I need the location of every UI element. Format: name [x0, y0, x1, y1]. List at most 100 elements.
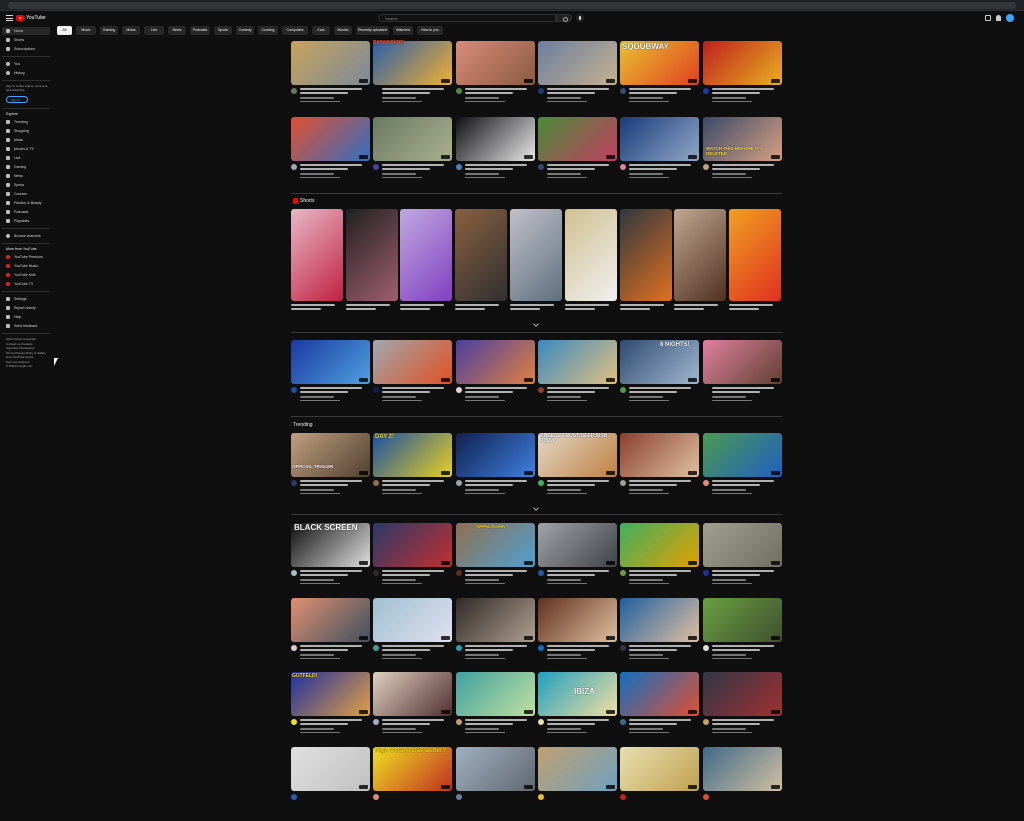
video-card[interactable]	[538, 117, 617, 191]
video-title-line[interactable]	[465, 719, 527, 721]
channel-avatar[interactable]	[620, 794, 626, 800]
video-thumbnail[interactable]	[703, 433, 782, 477]
chip-10[interactable]: Computers	[282, 26, 308, 35]
channel-avatar[interactable]	[620, 88, 626, 94]
video-card[interactable]	[703, 747, 782, 821]
video-thumbnail[interactable]	[373, 523, 452, 567]
video-card[interactable]	[620, 117, 699, 191]
video-title-line[interactable]	[300, 480, 362, 482]
sidebar-item-home[interactable]: Home	[2, 27, 50, 35]
video-thumbnail[interactable]	[538, 41, 617, 85]
video-title-line[interactable]	[465, 391, 513, 393]
video-title-line[interactable]	[547, 88, 609, 90]
video-title-line[interactable]	[547, 164, 609, 166]
video-title-line[interactable]	[712, 168, 760, 170]
short-card[interactable]	[620, 209, 672, 301]
chip-13[interactable]: Recently uploaded	[356, 26, 389, 35]
video-thumbnail[interactable]	[703, 41, 782, 85]
channel-avatar[interactable]	[291, 88, 297, 94]
video-card[interactable]	[456, 340, 535, 414]
video-title-line[interactable]	[382, 645, 444, 647]
address-bar[interactable]	[8, 2, 1016, 9]
video-card[interactable]	[373, 672, 452, 746]
video-thumbnail[interactable]	[620, 117, 699, 161]
short-title-line[interactable]	[455, 304, 499, 306]
video-card[interactable]	[703, 523, 782, 597]
channel-avatar[interactable]	[538, 645, 544, 651]
video-card[interactable]	[538, 41, 617, 115]
chip-12[interactable]: Movies	[334, 26, 352, 35]
channel-avatar[interactable]	[703, 164, 709, 170]
video-card[interactable]	[620, 523, 699, 597]
video-title-line[interactable]	[712, 645, 774, 647]
chip-7[interactable]: Sports	[214, 26, 232, 35]
sidebar-settings-1[interactable]: Report history	[2, 304, 50, 312]
video-title-line[interactable]	[547, 723, 595, 725]
video-title-line[interactable]	[712, 719, 774, 721]
channel-avatar[interactable]	[538, 794, 544, 800]
video-title-line[interactable]	[712, 92, 760, 94]
video-title-line[interactable]	[465, 645, 527, 647]
video-thumbnail[interactable]	[703, 747, 782, 791]
short-title-line[interactable]	[565, 308, 595, 310]
video-title-line[interactable]	[465, 574, 513, 576]
video-card[interactable]	[456, 433, 535, 507]
chip-0[interactable]: All	[57, 26, 72, 35]
video-card[interactable]	[538, 433, 617, 507]
video-thumbnail[interactable]	[620, 433, 699, 477]
video-card[interactable]	[703, 672, 782, 746]
video-title-line[interactable]	[300, 391, 348, 393]
video-card[interactable]	[373, 598, 452, 672]
sidebar-explore-11[interactable]: Playables	[2, 217, 50, 225]
sidebar-explore-9[interactable]: Fashion & Beauty	[2, 199, 50, 207]
video-card[interactable]	[620, 747, 699, 821]
video-thumbnail[interactable]	[703, 672, 782, 716]
video-title-line[interactable]	[382, 484, 430, 486]
short-card[interactable]	[291, 209, 343, 301]
sidebar-settings-2[interactable]: Help	[2, 313, 50, 321]
chip-4[interactable]: Live	[144, 26, 164, 35]
chip-3[interactable]: Mixes	[122, 26, 140, 35]
video-card[interactable]	[291, 672, 370, 746]
channel-avatar[interactable]	[456, 88, 462, 94]
video-title-line[interactable]	[629, 92, 677, 94]
video-title-line[interactable]	[629, 649, 677, 651]
video-title-line[interactable]	[712, 164, 774, 166]
sidebar-more-1[interactable]: YouTube Music	[2, 262, 50, 270]
video-card[interactable]	[538, 340, 617, 414]
video-card[interactable]	[620, 598, 699, 672]
sidebar-explore-10[interactable]: Podcasts	[2, 208, 50, 216]
video-thumbnail[interactable]	[538, 598, 617, 642]
sidebar-item-history[interactable]: History	[2, 69, 50, 77]
channel-avatar[interactable]	[291, 645, 297, 651]
video-title-line[interactable]	[465, 92, 513, 94]
sidebar-explore-3[interactable]: Movies & TV	[2, 145, 50, 153]
channel-avatar[interactable]	[538, 480, 544, 486]
footer-link[interactable]: Test new features	[6, 360, 30, 364]
video-title-line[interactable]	[712, 480, 774, 482]
video-title-line[interactable]	[547, 484, 595, 486]
video-thumbnail[interactable]	[456, 117, 535, 161]
video-title-line[interactable]	[465, 164, 527, 166]
video-title-line[interactable]	[629, 387, 691, 389]
video-title-line[interactable]	[300, 168, 348, 170]
video-title-line[interactable]	[300, 92, 348, 94]
channel-avatar[interactable]	[538, 88, 544, 94]
channel-avatar[interactable]	[291, 794, 297, 800]
video-title-line[interactable]	[547, 92, 595, 94]
video-card[interactable]	[538, 598, 617, 672]
video-title-line[interactable]	[629, 88, 691, 90]
video-title-line[interactable]	[629, 723, 677, 725]
sidebar-item-subscriptions[interactable]: Subscriptions	[2, 45, 50, 53]
video-card[interactable]	[620, 340, 699, 414]
sidebar-settings-3[interactable]: Send feedback	[2, 322, 50, 330]
short-card[interactable]	[674, 209, 726, 301]
short-title-line[interactable]	[565, 304, 609, 306]
channel-avatar[interactable]	[373, 164, 379, 170]
sidebar-more-3[interactable]: YouTube TV	[2, 280, 50, 288]
video-card[interactable]	[291, 433, 370, 507]
video-title-line[interactable]	[547, 645, 609, 647]
sidebar-item-shorts[interactable]: Shorts	[2, 36, 50, 44]
video-card[interactable]	[456, 41, 535, 115]
search-input[interactable]: Search	[378, 14, 556, 22]
